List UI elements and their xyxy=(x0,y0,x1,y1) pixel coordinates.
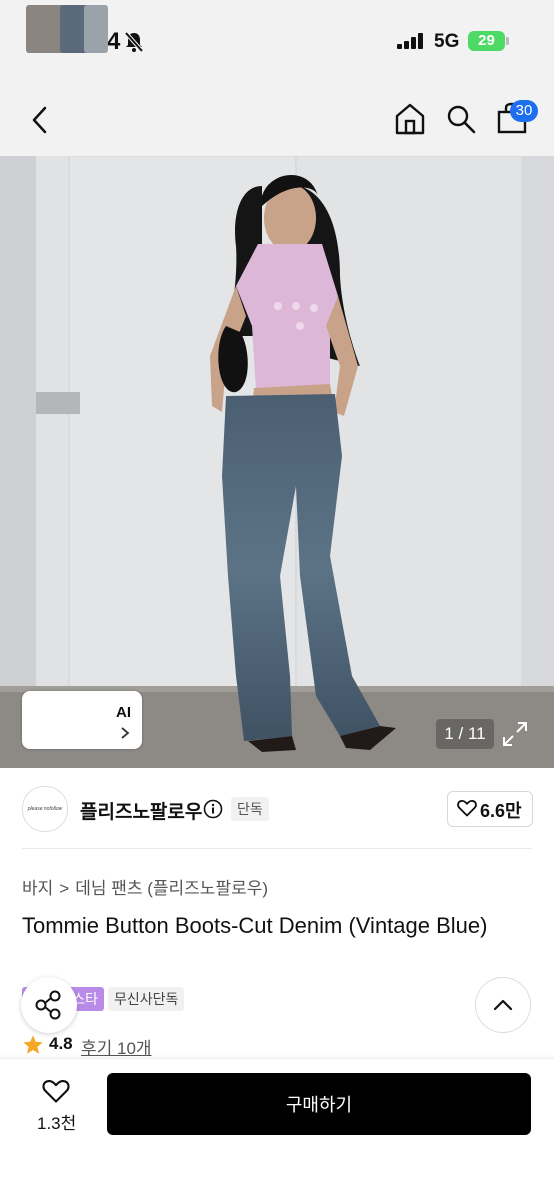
rating-value: 4.8 xyxy=(49,1034,73,1053)
chevron-right-icon xyxy=(121,727,130,739)
product-title: Tommie Button Boots-Cut Denim (Vintage B… xyxy=(22,913,488,938)
brand-name[interactable]: 플리즈노팔로우 xyxy=(80,797,202,824)
thumbnail-3[interactable] xyxy=(84,5,108,53)
signal-icon xyxy=(397,33,423,49)
product-main-image[interactable] xyxy=(0,156,554,768)
divider xyxy=(22,848,532,849)
buy-button[interactable]: 구매하기 xyxy=(107,1073,531,1135)
home-icon[interactable] xyxy=(394,102,426,136)
exclusive-badge: 단독 xyxy=(231,797,269,821)
cart-count-badge[interactable]: 30 xyxy=(510,100,538,122)
brand-logo[interactable]: please nofollow xyxy=(22,786,68,832)
battery-tip xyxy=(506,37,509,45)
brand-like-count: 6.6만 xyxy=(480,801,522,821)
tag-musinsa-exclusive: 무신사단독 xyxy=(108,987,185,1011)
image-counter: 1 / 11 xyxy=(436,719,494,749)
share-button[interactable] xyxy=(21,977,77,1033)
breadcrumb: 바지 > 데님 팬츠 (플리즈노팔로우) xyxy=(22,874,268,899)
bell-muted-icon xyxy=(124,31,144,53)
chevron-up-icon xyxy=(493,999,513,1011)
heart-icon[interactable] xyxy=(42,1077,70,1105)
info-icon[interactable] xyxy=(203,799,223,819)
breadcrumb-subcategory[interactable]: 데님 팬츠 (플리즈노팔로우) xyxy=(75,874,268,899)
network-type: 5G xyxy=(434,31,460,52)
battery-indicator: 29 xyxy=(468,31,505,51)
reviews-link[interactable]: 후기 10개 xyxy=(81,1034,152,1059)
breadcrumb-category[interactable]: 바지 xyxy=(22,874,53,899)
star-icon xyxy=(23,1035,43,1054)
heart-icon xyxy=(457,799,477,817)
scroll-top-button[interactable] xyxy=(475,977,531,1033)
back-chevron-icon[interactable] xyxy=(28,104,52,136)
share-icon xyxy=(35,990,61,1020)
search-icon[interactable] xyxy=(446,104,476,134)
wish-count: 1.3천 xyxy=(37,1114,77,1133)
breadcrumb-separator-icon: > xyxy=(59,879,70,898)
ai-label: AI xyxy=(116,704,131,721)
expand-icon[interactable] xyxy=(498,717,532,751)
